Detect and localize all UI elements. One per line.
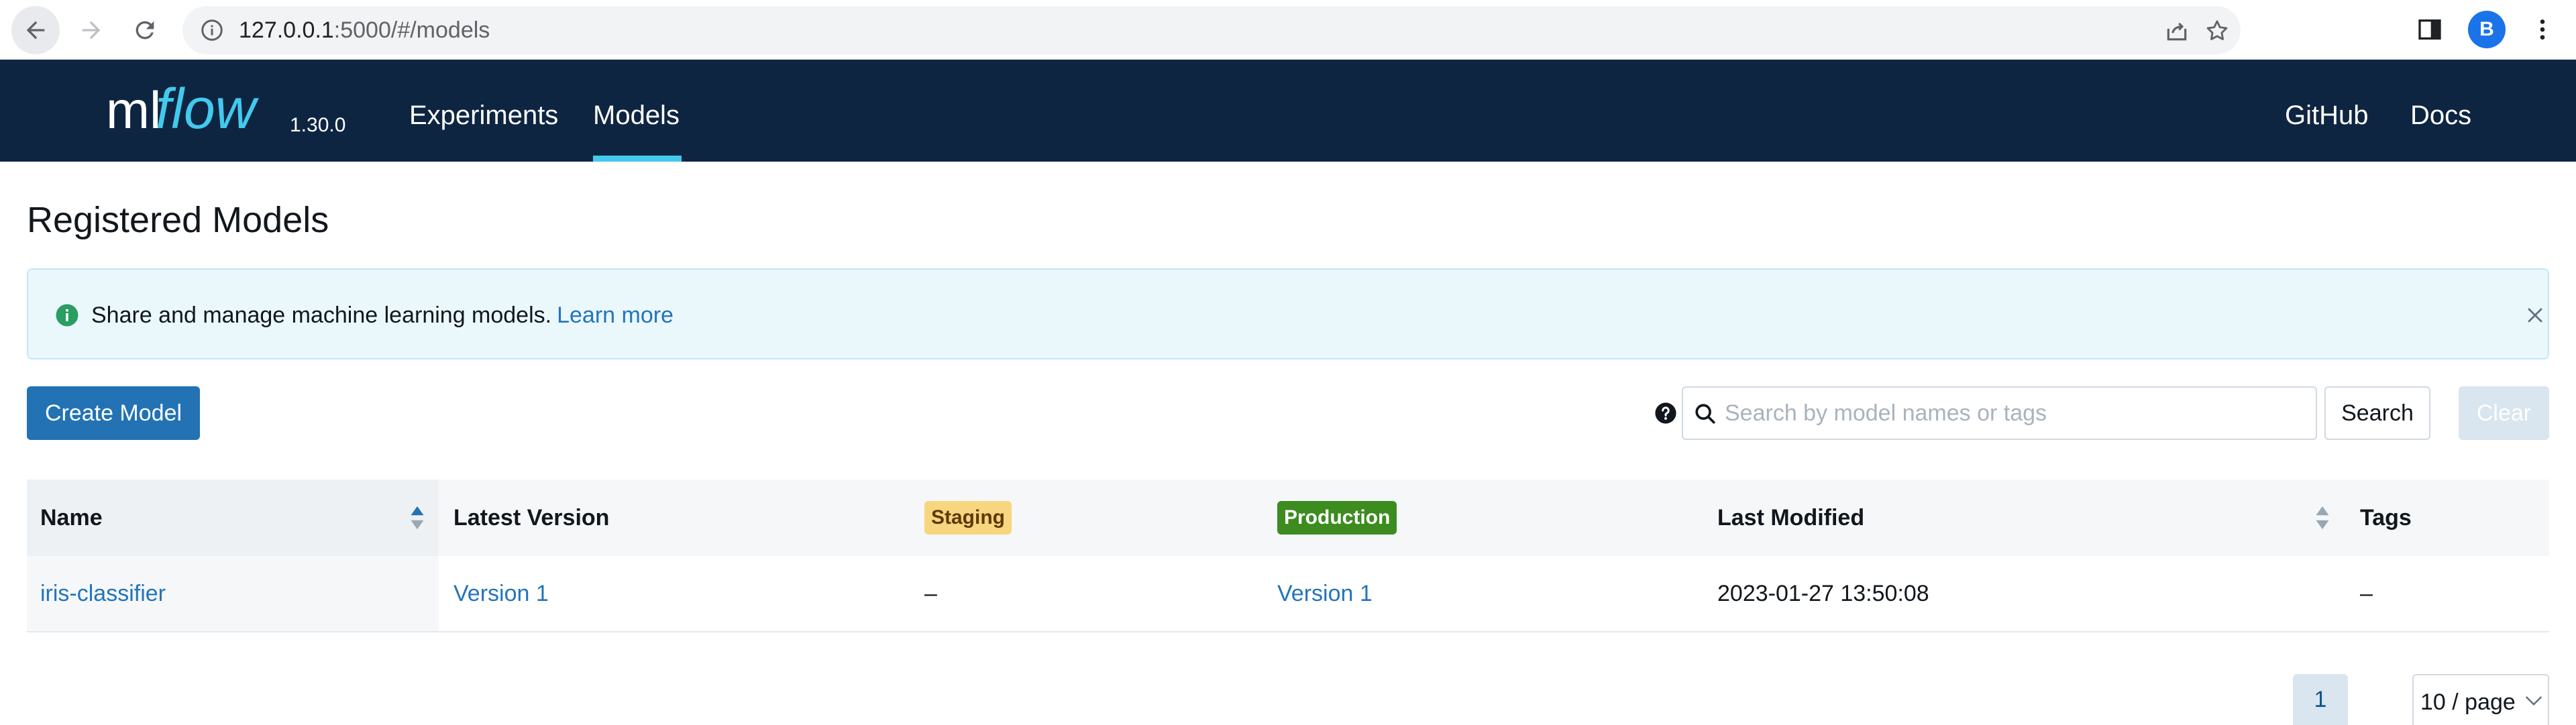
table-body: iris-classifier Version 1 – Version 1 20… [27, 556, 2549, 632]
production-tag: Production [1277, 501, 1397, 535]
column-header-staging: Staging [924, 480, 1012, 556]
column-header-name[interactable]: Name [40, 480, 103, 556]
arrow-left-icon [26, 21, 45, 40]
table-header: Name Latest Version Staging Production L… [27, 480, 2549, 556]
back-button[interactable] [11, 6, 60, 54]
search-input[interactable] [1725, 393, 2302, 433]
site-info-icon[interactable] [200, 18, 224, 42]
logo-flow-text: flow [156, 77, 260, 140]
nav-docs[interactable]: Docs [2410, 100, 2471, 131]
sort-ascending-icon[interactable] [409, 505, 425, 531]
table-row: iris-classifier Version 1 – Version 1 20… [27, 556, 2549, 632]
profile-avatar[interactable]: B [2468, 11, 2506, 48]
active-tab-indicator [593, 156, 682, 162]
logo-ml-text: ml [106, 80, 161, 140]
production-version-link[interactable]: Version 1 [1277, 556, 1373, 631]
staging-tag: Staging [924, 501, 1012, 535]
nav-experiments[interactable]: Experiments [409, 100, 558, 131]
models-table: Name Latest Version Staging Production L… [27, 480, 2549, 632]
share-icon[interactable] [2164, 18, 2190, 44]
clear-button[interactable]: Clear [2459, 386, 2549, 440]
sort-icon[interactable] [2314, 505, 2330, 531]
column-header-name-label: Name [40, 504, 103, 531]
url-text[interactable]: 127.0.0.1:5000/#/models [239, 17, 490, 43]
latest-version-link[interactable]: Version 1 [453, 556, 549, 631]
page-title: Registered Models [27, 200, 329, 240]
reload-button[interactable] [121, 6, 169, 54]
address-bar[interactable]: 127.0.0.1:5000/#/models [182, 6, 2241, 54]
model-search-box [1682, 386, 2317, 440]
staging-version-cell: – [924, 580, 937, 606]
more-vertical-icon[interactable] [2529, 16, 2556, 43]
column-header-last-modified-label: Last Modified [1717, 504, 1865, 531]
app-header: ml flow 1.30.0 Experiments Models GitHub… [0, 60, 2576, 162]
model-name-link[interactable]: iris-classifier [40, 556, 166, 631]
column-header-production: Production [1277, 480, 1397, 556]
tags-cell: – [2360, 580, 2373, 606]
search-button[interactable]: Search [2324, 386, 2430, 440]
column-header-tags: Tags [2360, 504, 2412, 531]
column-header-last-modified[interactable]: Last Modified [1717, 480, 1864, 556]
question-circle-icon[interactable] [1654, 402, 1677, 425]
nav-github[interactable]: GitHub [2285, 100, 2369, 131]
search-icon [1695, 404, 1715, 424]
url-host: 127.0.0.1 [239, 17, 334, 43]
bookmark-star-icon[interactable] [2204, 18, 2230, 44]
page-size-select[interactable]: 10 / page [2412, 674, 2549, 725]
mlflow-version: 1.30.0 [290, 114, 346, 136]
banner-message: Share and manage machine learning models… [91, 302, 674, 329]
pagination-page-1[interactable]: 1 [2293, 674, 2348, 725]
chevron-down-icon [2525, 696, 2542, 706]
create-model-button[interactable]: Create Model [27, 386, 200, 440]
mlflow-logo[interactable]: ml flow [106, 74, 280, 148]
url-path: :5000/#/models [333, 17, 490, 43]
last-modified-cell: 2023-01-27 13:50:08 [1717, 580, 1929, 606]
learn-more-link[interactable]: Learn more [557, 302, 674, 328]
banner-text: Share and manage machine learning models… [91, 302, 552, 328]
close-icon[interactable] [2524, 304, 2546, 327]
arrow-right-icon [82, 21, 101, 40]
info-circle-icon [56, 304, 78, 327]
reload-icon [136, 21, 154, 40]
page-size-value: 10 / page [2420, 689, 2516, 715]
browser-toolbar: 127.0.0.1:5000/#/models B [0, 0, 2576, 60]
info-banner: Share and manage machine learning models… [27, 268, 2549, 359]
side-panel-icon[interactable] [2416, 16, 2443, 43]
forward-button[interactable] [67, 6, 115, 54]
column-header-latest-version: Latest Version [453, 504, 610, 531]
nav-models[interactable]: Models [593, 100, 680, 131]
